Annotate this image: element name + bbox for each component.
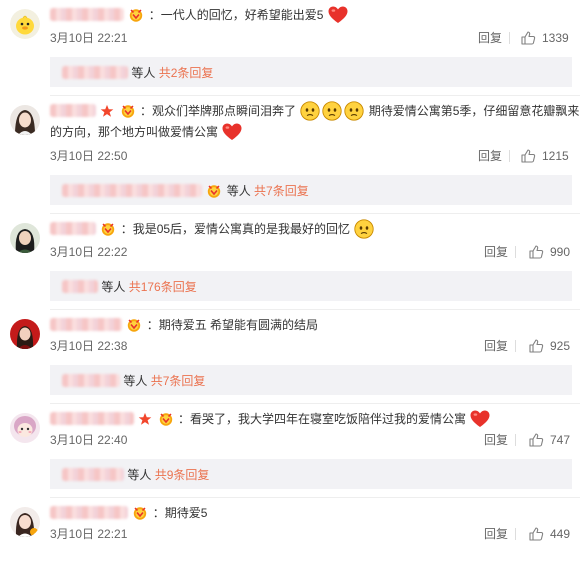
reply-button[interactable]: 回复 [484,242,508,262]
thumbs-up-icon [520,148,536,164]
cartoon-avatar-icon [10,413,40,443]
sub-username-blurred [62,184,202,198]
thumbs-up-icon [520,30,536,46]
sad-face-emoji-icon [322,101,342,121]
avatar[interactable] [10,223,40,253]
comment-time: 3月10日 22:21 [50,31,128,45]
thumbs-up-icon [528,432,544,448]
thumbs-up-icon [528,526,544,542]
star-icon [100,104,114,118]
heart-emoji-icon [470,410,490,428]
sub-replies-count[interactable]: 共176条回复 [129,280,197,294]
like-count: 1215 [542,149,569,163]
heart-emoji-icon [222,123,242,141]
sub-replies-suffix: 等人 [127,467,152,482]
sub-username-blurred [62,374,120,388]
sub-replies-suffix: 等人 [101,279,126,294]
username-blurred[interactable] [50,506,128,520]
username-blurred[interactable] [50,412,134,426]
comment-time: 3月10日 22:22 [50,245,128,259]
divider [515,246,516,258]
comment-text-line2: 的方向，那个地方叫做爱情公寓 [50,124,219,139]
portrait-avatar-icon [10,223,40,253]
sub-replies-suffix: 等人 [123,373,148,388]
username-blurred[interactable] [50,318,122,332]
reply-button[interactable]: 回复 [478,146,502,166]
divider [515,528,516,540]
sub-replies-box[interactable]: 等人 共7条回复 [50,175,572,205]
avatar[interactable] [10,507,40,537]
divider [515,340,516,352]
comment-text: ：看哭了，我大学四年在寝室吃饭陪伴过我的爱情公寓 [178,411,467,426]
comment-time: 3月10日 22:50 [50,149,128,163]
sub-replies-box[interactable]: 等人 共176条回复 [50,271,572,301]
vip-badge-icon [206,184,222,198]
username-blurred[interactable] [50,104,96,118]
divider [50,497,580,498]
like-count: 747 [550,433,571,447]
sub-replies-count[interactable]: 共7条回复 [254,184,309,198]
comment-time: 3月10日 22:38 [50,339,128,353]
sub-username-blurred [62,280,98,294]
sub-replies-count[interactable]: 共2条回复 [159,66,214,80]
portrait-avatar-icon [10,319,40,349]
heart-emoji-icon [328,6,348,24]
divider [50,213,580,214]
divider [50,95,580,96]
comment-text: ：一代人的回忆，好希望能出爱5 [148,7,324,22]
reply-button[interactable]: 回复 [484,430,508,450]
thumbs-up-icon [528,244,544,260]
comment-text: ：我是05后，爱情公寓真的是我最好的回忆 [120,221,351,236]
avatar[interactable] [10,413,40,443]
reply-button[interactable]: 回复 [484,336,508,356]
username-blurred[interactable] [50,222,96,236]
comment-text: ：期待爱五 希望能有圆满的结局 [146,317,319,332]
reply-button[interactable]: 回复 [484,524,508,544]
vip-badge-icon [128,8,144,22]
like-count: 990 [550,245,571,259]
thumbs-up-icon [528,338,544,354]
sub-replies-suffix: 等人 [226,183,251,198]
vip-badge-icon [126,318,142,332]
avatar[interactable] [10,319,40,349]
vip-badge-icon [100,222,116,236]
comment-time: 3月10日 22:21 [50,527,128,541]
vip-badge-icon [158,412,174,426]
portrait-avatar-icon [10,507,40,537]
sub-username-blurred [62,468,124,482]
star-icon [138,412,152,426]
comment-text: ：观众们举牌那点瞬间泪奔了 [140,103,297,118]
sad-face-emoji-icon [354,219,374,239]
like-count: 449 [550,527,571,541]
comment-text-continued: 期待爱情公寓第5季，仔细留意花瓣飘来 [368,103,580,118]
divider [50,403,580,404]
sub-replies-box[interactable]: 等人 共9条回复 [50,459,572,489]
divider [509,32,510,44]
duck-avatar-icon [10,9,40,39]
divider [509,150,510,162]
comment-text: ：期待爱5 [152,505,208,520]
like-count: 925 [550,339,571,353]
reply-button[interactable]: 回复 [478,28,502,48]
avatar[interactable] [10,9,40,39]
divider [515,434,516,446]
sub-username-blurred [62,66,128,80]
sub-replies-box[interactable]: 等人 共2条回复 [50,57,572,87]
sub-replies-count[interactable]: 共7条回复 [151,374,206,388]
comment-time: 3月10日 22:40 [50,433,128,447]
sad-face-emoji-icon [344,101,364,121]
sad-face-emoji-icon [300,101,320,121]
divider [50,309,580,310]
vip-badge-icon [120,104,136,118]
sub-replies-count[interactable]: 共9条回复 [155,468,210,482]
like-count: 1339 [542,31,569,45]
vip-badge-icon [132,506,148,520]
sub-replies-box[interactable]: 等人 共7条回复 [50,365,572,395]
sub-replies-suffix: 等人 [131,65,156,80]
username-blurred[interactable] [50,8,124,22]
